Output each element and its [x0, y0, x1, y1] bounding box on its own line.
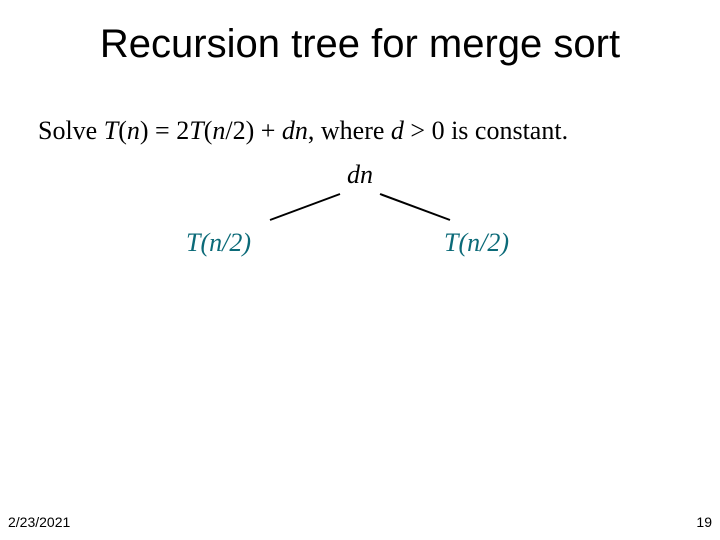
recurrence-equation: Solve T(n) = 2T(n/2) + dn, where d > 0 i… [38, 116, 568, 146]
eq-T1: T [104, 116, 118, 145]
tree-right-child: T(n/2) [444, 228, 509, 258]
eq-n2: n [212, 116, 225, 145]
eq-n1: n [127, 116, 140, 145]
footer-page-number: 19 [696, 514, 712, 530]
slide-title: Recursion tree for merge sort [0, 22, 720, 67]
tree-root: dn [0, 160, 720, 190]
tree-left-child: T(n/2) [186, 228, 251, 258]
eq-mid: , where [308, 116, 391, 145]
slide: Recursion tree for merge sort Solve T(n)… [0, 0, 720, 540]
eq-over2a: /2) + [225, 116, 282, 145]
footer-date: 2/23/2021 [8, 514, 70, 530]
eq-d: d [282, 116, 295, 145]
eq-solve: Solve [38, 116, 104, 145]
eq-rp1: ) [140, 116, 149, 145]
eq-lp1: ( [118, 116, 127, 145]
tree-branches-icon [260, 190, 460, 226]
eq-T2: T [189, 116, 203, 145]
eq-d2: d [391, 116, 404, 145]
eq-gt: > 0 is constant. [404, 116, 568, 145]
eq-eq: = 2 [149, 116, 190, 145]
eq-n3: n [295, 116, 308, 145]
